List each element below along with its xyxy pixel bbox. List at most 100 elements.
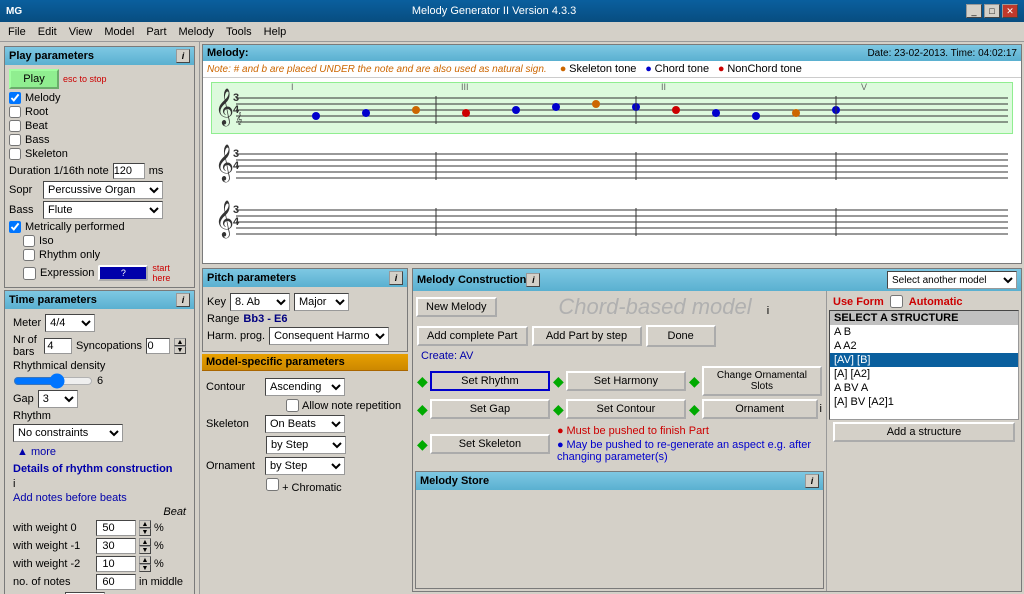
key-type-select[interactable]: Major xyxy=(294,293,349,311)
ornament-info-btn[interactable]: i xyxy=(820,403,822,415)
weight-1-input[interactable] xyxy=(96,538,136,554)
iso-checkbox[interactable] xyxy=(23,235,35,247)
melody-store-info-btn[interactable]: i xyxy=(805,474,819,488)
menu-tools[interactable]: Tools xyxy=(220,24,258,40)
chromatic-checkbox[interactable] xyxy=(266,478,279,491)
metrically-checkbox[interactable] xyxy=(9,221,21,233)
menu-model[interactable]: Model xyxy=(98,24,140,40)
new-melody-button[interactable]: New Melody xyxy=(416,297,497,317)
menu-help[interactable]: Help xyxy=(258,24,293,40)
structure-item-aa2[interactable]: A A2 xyxy=(830,339,1018,353)
weight-0-down[interactable]: ▼ xyxy=(139,528,151,536)
skeleton-select-1[interactable]: On Beats xyxy=(265,415,345,433)
sopr-select[interactable]: Percussive Organ xyxy=(43,181,163,199)
syncopations-up[interactable]: ▲ xyxy=(174,338,186,346)
add-part-by-step-button[interactable]: Add Part by step xyxy=(532,326,642,346)
set-gap-cell: ◆ Set Gap xyxy=(417,399,550,419)
syncopations-down[interactable]: ▼ xyxy=(174,346,186,354)
start-here-button[interactable]: ? xyxy=(98,265,148,281)
set-harmony-button[interactable]: Set Harmony xyxy=(566,371,686,391)
change-ornamental-button[interactable]: Change Ornamental Slots xyxy=(702,366,822,396)
menu-edit[interactable]: Edit xyxy=(32,24,63,40)
close-button[interactable]: ✕ xyxy=(1002,4,1018,18)
create-av-link[interactable]: Create: AV xyxy=(417,348,477,364)
weight-0-up[interactable]: ▲ xyxy=(139,520,151,528)
structure-item-ab[interactable]: A B xyxy=(830,325,1018,339)
melody-store-section: Melody Store i xyxy=(415,471,824,589)
set-skeleton-button[interactable]: Set Skeleton xyxy=(430,434,550,454)
melody-checkbox-row: Melody xyxy=(9,92,190,104)
weight-1-up[interactable]: ▲ xyxy=(139,538,151,546)
automatic-checkbox[interactable] xyxy=(890,295,903,308)
meter-select[interactable]: 4/4 xyxy=(45,314,95,332)
key-select[interactable]: 8. Ab xyxy=(230,293,290,311)
bass-checkbox[interactable] xyxy=(9,134,21,146)
beat-checkbox[interactable] xyxy=(9,120,21,132)
skeleton-select-2[interactable]: by Step xyxy=(266,436,346,454)
app-logo: MG xyxy=(6,6,22,17)
chord-model-info-btn[interactable]: i xyxy=(767,305,769,317)
structure-item-avb[interactable]: [AV] [B] xyxy=(830,353,1018,367)
structure-list[interactable]: SELECT A STRUCTURE A B A A2 [AV] [B] [A]… xyxy=(829,310,1019,420)
more-link[interactable]: ▲ more xyxy=(13,444,60,460)
gap-select[interactable]: 3 xyxy=(38,390,78,408)
melody-checkbox[interactable] xyxy=(9,92,21,104)
density-slider-row: 6 xyxy=(9,373,190,389)
mc-buttons-row: Add complete Part Add Part by step Done xyxy=(413,323,826,349)
weight-2-input[interactable] xyxy=(96,556,136,572)
pitch-params-wrapper: Pitch parameters i Key 8. Ab Major xyxy=(200,266,410,594)
menu-part[interactable]: Part xyxy=(140,24,172,40)
skeleton-checkbox-row: Skeleton xyxy=(9,148,190,160)
details-info-btn[interactable]: i xyxy=(13,478,15,490)
set-contour-button[interactable]: Set Contour xyxy=(566,399,686,419)
maximize-button[interactable]: □ xyxy=(984,4,1000,18)
pitch-params-info-btn[interactable]: i xyxy=(389,271,403,285)
structure-item-abva[interactable]: A BV A xyxy=(830,381,1018,395)
ornament-select[interactable]: by Step xyxy=(265,457,345,475)
weight-1-down[interactable]: ▼ xyxy=(139,546,151,554)
play-params-content: Play esc to stop Melody Root Beat xyxy=(5,65,194,287)
syncopations-input[interactable] xyxy=(146,338,170,354)
skeleton-label: Skeleton xyxy=(25,148,68,160)
expression-checkbox[interactable] xyxy=(23,267,36,280)
more-row: ▲ more xyxy=(9,443,190,461)
skeleton-checkbox[interactable] xyxy=(9,148,21,160)
sopr-label: Sopr xyxy=(9,184,39,196)
add-complete-part-button[interactable]: Add complete Part xyxy=(417,326,528,346)
menu-view[interactable]: View xyxy=(63,24,99,40)
duration-input[interactable] xyxy=(113,163,145,179)
allow-repetition-checkbox[interactable] xyxy=(286,399,299,412)
weight-2-up[interactable]: ▲ xyxy=(139,556,151,564)
rhythm-row: Rhythm xyxy=(9,409,190,423)
set-harmony-bullet: ◆ xyxy=(553,373,564,390)
structure-item-aa2-2[interactable]: [A] [A2] xyxy=(830,367,1018,381)
rhythm-select[interactable]: No constraints xyxy=(13,424,123,442)
contour-select[interactable]: Ascending xyxy=(265,378,345,396)
add-structure-button[interactable]: Add a structure xyxy=(833,422,1015,442)
weight-2-down[interactable]: ▼ xyxy=(139,564,151,572)
set-gap-button[interactable]: Set Gap xyxy=(430,399,550,419)
menu-melody[interactable]: Melody xyxy=(173,24,220,40)
menu-file[interactable]: File xyxy=(2,24,32,40)
play-button[interactable]: Play xyxy=(9,69,59,89)
mc-info-btn[interactable]: i xyxy=(526,273,540,287)
structure-item-abva2[interactable]: [A] BV [A2]1 xyxy=(830,395,1018,409)
play-params-info-btn[interactable]: i xyxy=(176,49,190,63)
harm-select[interactable]: Consequent Harmo xyxy=(269,327,389,345)
select-model-dropdown[interactable]: Select another model xyxy=(887,271,1017,289)
bass-label: Bass xyxy=(25,134,49,146)
density-value: 6 xyxy=(97,375,103,387)
nr-bars-input[interactable] xyxy=(44,338,72,354)
density-slider[interactable] xyxy=(13,374,93,388)
set-rhythm-button[interactable]: Set Rhythm xyxy=(430,371,550,391)
no-of-notes-input[interactable] xyxy=(96,574,136,590)
root-checkbox[interactable] xyxy=(9,106,21,118)
done-button[interactable]: Done xyxy=(646,325,716,347)
iso-row: Iso xyxy=(23,235,190,247)
rhythm-only-checkbox[interactable] xyxy=(23,249,35,261)
bass-select[interactable]: Flute xyxy=(43,201,163,219)
ornament-button[interactable]: Ornament xyxy=(702,399,818,419)
minimize-button[interactable]: _ xyxy=(966,4,982,18)
time-params-info-btn[interactable]: i xyxy=(176,293,190,307)
weight-0-input[interactable] xyxy=(96,520,136,536)
